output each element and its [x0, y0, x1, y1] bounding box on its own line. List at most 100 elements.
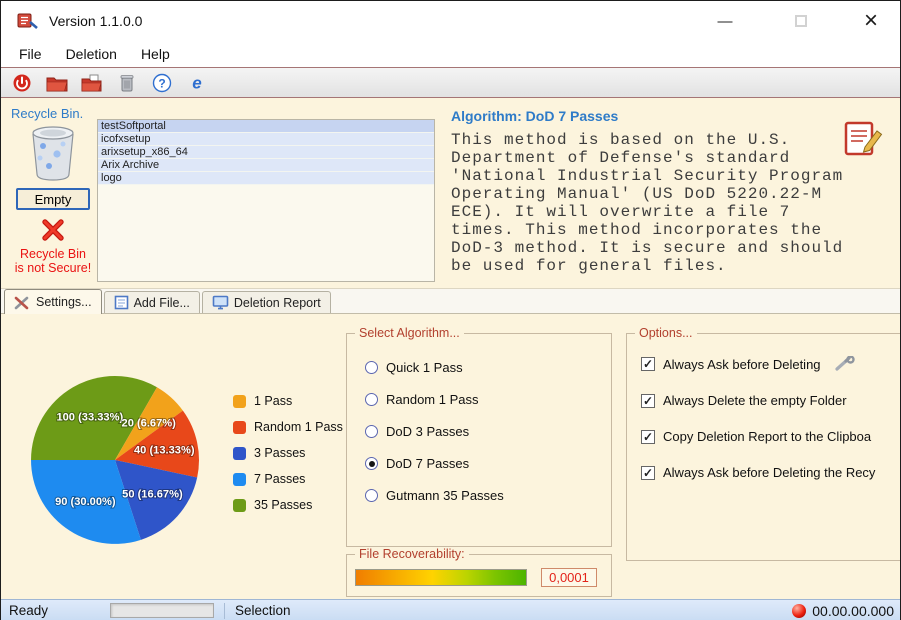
pie-slice-label: 20 (6.67%)	[122, 418, 177, 430]
checkbox-option[interactable]: ✓ Always Delete the empty Folder	[641, 393, 900, 408]
legend-label: 7 Passes	[254, 472, 306, 486]
about-icon: e	[192, 73, 201, 92]
open-folder-icon	[46, 77, 68, 91]
options-checkboxes: ✓ Always Ask before Deleting ✓ Always Delet…	[627, 334, 900, 480]
record-indicator-icon	[792, 603, 807, 618]
app-icon-image	[17, 13, 38, 29]
options-group: Options... ✓ Always Ask before Deleting ✓ A…	[626, 326, 900, 561]
exit-button[interactable]	[9, 71, 35, 95]
pie-slice-label: 90 (30.00%)	[55, 496, 116, 508]
tab-deletion-report-label: Deletion Report	[233, 295, 321, 310]
radio-label: Random 1 Pass	[386, 392, 479, 407]
list-item[interactable]: icofxsetup	[98, 133, 434, 146]
radio-option-dod-3-passes[interactable]: DoD 3 Passes	[365, 424, 611, 439]
legend-swatch	[233, 394, 246, 408]
legend-swatch	[233, 420, 246, 434]
recycle-bin-image	[32, 126, 74, 181]
legend-item: 1 Pass	[233, 394, 343, 408]
help-button[interactable]: ?	[149, 71, 175, 95]
checkbox-box: ✓	[641, 393, 655, 408]
pie-slice-label: 100 (33.33%)	[56, 411, 123, 423]
toolbar: ? e	[1, 68, 900, 98]
radio-circle	[365, 393, 378, 406]
add-file-icon	[114, 295, 128, 310]
radio-label: Gutmann 35 Passes	[386, 488, 504, 503]
menu-deletion[interactable]: Deletion	[54, 42, 129, 66]
notepad-pencil-icon	[844, 121, 883, 156]
file-listbox[interactable]: testSoftportal icofxsetup arixsetup_x86_64…	[97, 119, 435, 282]
tab-strip: Settings... Add File... Deletion Report	[1, 288, 900, 314]
top-panel: Recycle Bin. Empty Recycle Bin is not Se…	[1, 98, 900, 288]
recycle-button[interactable]	[114, 71, 140, 95]
recycle-warning-line2: is not Secure!	[14, 261, 92, 276]
help-icon: ?	[152, 73, 172, 92]
settings-tools-icon	[14, 296, 29, 309]
pie-slice-label: 40 (13.33%)	[134, 445, 195, 457]
radio-circle	[365, 361, 378, 374]
titlebar: Version 1.1.0.0 — ×	[1, 1, 900, 41]
close-button[interactable]: ×	[854, 1, 888, 41]
maximize-button[interactable]	[784, 1, 818, 41]
radio-option-quick-1-pass[interactable]: Quick 1 Pass	[365, 360, 611, 375]
file-recoverability-title: File Recoverability:	[355, 547, 469, 561]
legend-label: 1 Pass	[254, 394, 293, 408]
window-title: Version 1.1.0.0	[49, 13, 143, 29]
radio-circle	[365, 457, 378, 470]
list-item[interactable]: Arix Archive	[98, 159, 434, 172]
pie-chart: 100 (33.33%)20 (6.67%) 40 (13.33%) 50 (16.…	[31, 376, 199, 544]
exit-power-icon	[13, 74, 31, 91]
recycle-warning-line1: Recycle Bin	[20, 247, 86, 261]
pie-slice-label: 50 (16.67%)	[122, 489, 183, 501]
progress-placeholder	[110, 603, 215, 618]
legend-item: 35 Passes	[233, 498, 343, 512]
tab-add-file[interactable]: Add File...	[103, 291, 200, 313]
tab-settings[interactable]: Settings...	[4, 289, 102, 314]
settings-panel: 100 (33.33%) 20 (6.67%) 40 (13.33%) 50 (16.…	[1, 314, 900, 599]
add-folder-button[interactable]	[79, 71, 105, 95]
pie-legend: 1 Pass Random 1 Pass 3 Passes 7 Passes 35 Pa…	[233, 394, 343, 512]
maximize-icon	[795, 15, 807, 27]
tab-deletion-report[interactable]: Deletion Report	[201, 291, 331, 313]
status-ready: Ready	[9, 603, 49, 618]
checkbox-option[interactable]: ✓ Copy Deletion Report to the Clipboa	[641, 429, 900, 444]
list-item[interactable]: logo	[98, 172, 434, 185]
checkbox-box: ✓	[641, 465, 655, 480]
options-title: Options...	[635, 326, 697, 340]
recycle-warning: Recycle Bin is not Secure!	[15, 247, 91, 276]
radio-label: DoD 3 Passes	[386, 424, 470, 439]
legend-swatch	[233, 446, 246, 460]
legend-label: 35 Passes	[254, 498, 313, 512]
empty-button[interactable]: Empty	[16, 188, 90, 210]
menubar: File Deletion Help	[1, 41, 900, 68]
not-secure-x-icon	[42, 219, 64, 241]
list-item[interactable]: testSoftportal	[98, 120, 434, 133]
select-algorithm-group: Select Algorithm... Quick 1 Pass Random 1…	[346, 326, 612, 547]
legend-item: 7 Passes	[233, 472, 343, 486]
checkbox-label: Always Ask before Deleting	[663, 356, 821, 372]
about-button[interactable]: e	[184, 71, 210, 95]
app-window: Version 1.1.0.0 — × File Deletion Help ?…	[0, 0, 901, 620]
list-item[interactable]: arixsetup_x86_64	[98, 146, 434, 159]
radio-option-random-1-pass[interactable]: Random 1 Pass	[365, 392, 611, 407]
status-timer: 00.00.00.000	[812, 602, 894, 619]
svg-text:e: e	[192, 73, 201, 92]
wrench-icon	[834, 356, 855, 372]
legend-swatch	[233, 498, 246, 512]
checkbox-option[interactable]: ✓ Always Ask before Deleting the Recy	[641, 465, 900, 480]
radio-option-dod-7-passes[interactable]: DoD 7 Passes	[365, 456, 611, 471]
radio-option-gutmann-35-passes[interactable]: Gutmann 35 Passes	[365, 488, 611, 503]
app-icon	[17, 11, 39, 31]
checkbox-label: Copy Deletion Report to the Clipboa	[663, 429, 872, 444]
algorithm-panel: Algorithm: DoD 7 Passes This method is b…	[435, 106, 892, 288]
recycle-bin-heading: Recycle Bin.	[11, 106, 84, 121]
menu-file[interactable]: File	[7, 42, 54, 66]
tab-add-file-label: Add File...	[133, 295, 190, 310]
menu-help[interactable]: Help	[129, 42, 182, 66]
add-folder-icon	[81, 74, 102, 91]
recycle-bin-section: Recycle Bin. Empty Recycle Bin is not Se…	[11, 106, 95, 288]
legend-swatch	[233, 472, 246, 486]
minimize-button[interactable]: —	[708, 1, 742, 41]
checkbox-option[interactable]: ✓ Always Ask before Deleting	[641, 356, 900, 372]
open-file-button[interactable]	[44, 71, 70, 95]
recycle-trash-icon	[120, 74, 134, 91]
